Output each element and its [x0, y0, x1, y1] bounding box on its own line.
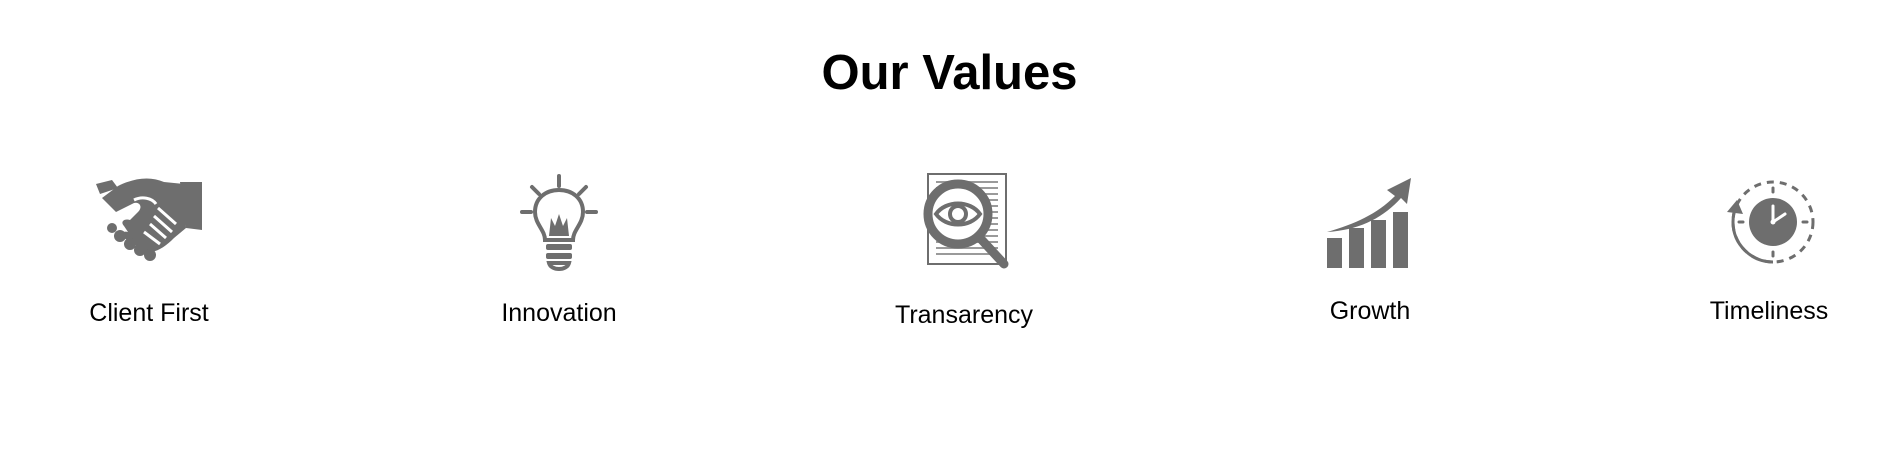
clock-icon	[1727, 180, 1815, 264]
value-label-timeliness: Timeliness	[1709, 297, 1829, 325]
value-card-client-first: Client First	[19, 172, 279, 327]
value-card-innovation: Innovation	[429, 174, 689, 327]
value-card-growth: Growth	[1240, 176, 1500, 325]
growth-chart-icon	[1327, 178, 1411, 268]
value-card-timeliness: Timeliness	[1639, 178, 1899, 325]
handshake-icon	[96, 178, 202, 261]
value-label-innovation: Innovation	[501, 299, 617, 327]
lightbulb-icon	[520, 174, 598, 271]
value-label-growth: Growth	[1329, 297, 1411, 325]
magnifier-document-icon	[923, 173, 1009, 269]
value-card-transarency: Transarency	[834, 172, 1094, 329]
value-label-transarency: Transarency	[894, 301, 1033, 329]
value-label-client-first: Client First	[89, 299, 209, 327]
page-title: Our Values	[821, 46, 1078, 100]
